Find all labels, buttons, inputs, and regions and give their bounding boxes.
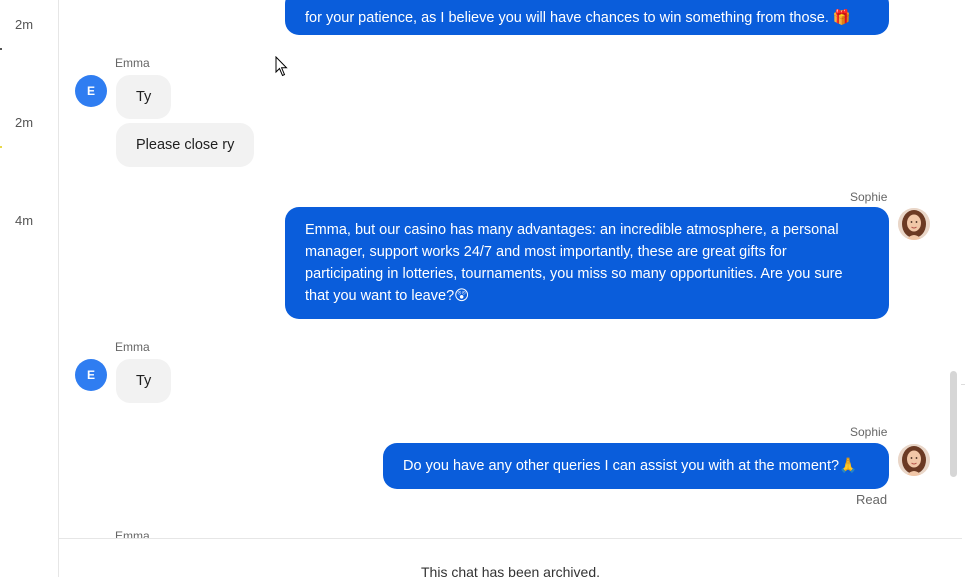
message-bubble-outgoing: Emma, but our casino has many advantages… xyxy=(285,207,889,319)
scrollbar[interactable] xyxy=(947,0,959,538)
sender-name: Emma xyxy=(115,56,150,70)
message-bubble-outgoing: Do you have any other queries I can assi… xyxy=(383,443,889,489)
sender-name: Emma xyxy=(115,529,150,538)
agent-avatar xyxy=(898,444,930,476)
agent-photo-icon xyxy=(898,208,930,240)
agent-photo-icon xyxy=(898,444,930,476)
message-line: manager, support works 24/7 and most imp… xyxy=(305,244,787,260)
message-bubble-incoming: Ty xyxy=(116,75,172,119)
sender-name: Sophie xyxy=(850,425,888,439)
message-text: Please close ry xyxy=(136,137,235,153)
archived-banner: This chat has been archived. xyxy=(59,538,962,577)
avatar: E xyxy=(75,359,107,391)
message-list[interactable]: for your patience, as I believe you will… xyxy=(59,0,962,538)
sender-name: Sophie xyxy=(850,190,888,204)
message-text: Do you have any other queries I can assi… xyxy=(403,458,858,474)
avatar: E xyxy=(75,75,107,107)
divider xyxy=(961,384,965,385)
timestamp-label: 4m xyxy=(15,213,34,228)
avatar-initial: E xyxy=(86,84,95,98)
sender-name: Emma xyxy=(115,340,150,354)
timeline-marker xyxy=(0,48,2,50)
message-text: Ty xyxy=(136,89,152,105)
archived-text: This chat has been archived. xyxy=(421,564,600,577)
timestamp-column: 2m 2m 4m xyxy=(0,0,59,577)
timeline-marker xyxy=(0,146,2,148)
timestamp-label: 2m xyxy=(15,115,34,130)
mouse-cursor-icon xyxy=(275,56,288,77)
scrollbar-thumb[interactable] xyxy=(950,371,957,477)
message-bubble-incoming: Ty xyxy=(116,359,172,403)
chat-window: 2m 2m 4m for your patience, as I believe… xyxy=(0,0,965,577)
timestamp-label: 2m xyxy=(15,17,34,32)
agent-avatar xyxy=(898,208,930,240)
message-line: Emma, but our casino has many advantages… xyxy=(305,222,839,238)
message-line: that you want to leave?😲 xyxy=(305,288,470,304)
message-bubble-outgoing: for your patience, as I believe you will… xyxy=(285,0,889,35)
message-text: for your patience, as I believe you will… xyxy=(305,9,851,26)
message-text: Ty xyxy=(136,373,152,389)
message-line: participating in lotteries, tournaments,… xyxy=(305,266,843,282)
avatar-initial: E xyxy=(86,368,95,382)
read-status: Read xyxy=(856,492,888,507)
message-bubble-incoming: Please close ry xyxy=(116,123,255,167)
